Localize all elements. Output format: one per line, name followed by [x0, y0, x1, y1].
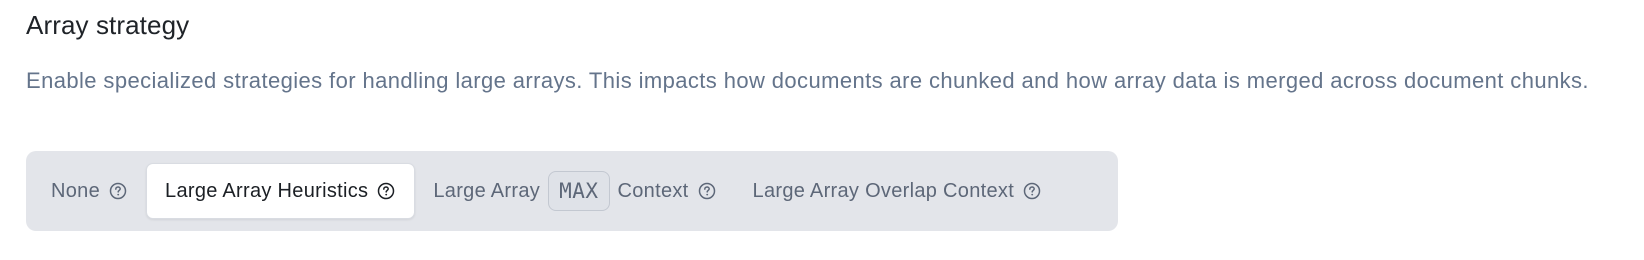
strategy-option-large-array-overlap-context[interactable]: Large Array Overlap Context — [735, 163, 1061, 219]
section-title: Array strategy — [26, 10, 190, 40]
help-circle-icon[interactable] — [376, 181, 396, 201]
max-badge: MAX — [548, 171, 610, 211]
strategy-option-label-after: Context — [617, 179, 689, 202]
help-circle-icon[interactable] — [1022, 181, 1042, 201]
array-strategy-section: Array strategy Enable specialized strate… — [26, 0, 1616, 98]
section-description: Enable specialized strategies for handli… — [26, 68, 1589, 93]
help-circle-icon[interactable] — [108, 181, 128, 201]
strategy-option-large-array-max-context[interactable]: Large Array MAX Context — [415, 163, 734, 219]
strategy-option-label: None — [51, 179, 101, 202]
strategy-option-label: Large Array Heuristics — [165, 179, 369, 202]
strategy-option-label-before: Large Array — [433, 179, 541, 202]
help-circle-icon[interactable] — [697, 181, 717, 201]
strategy-option-large-array-heuristics[interactable]: Large Array Heuristics — [146, 163, 416, 219]
strategy-option-label: Large Array Overlap Context — [752, 179, 1015, 202]
strategy-option-none[interactable]: None — [33, 163, 146, 219]
array-strategy-segmented-control: None Large Array Heuristics Large Array … — [26, 151, 1118, 231]
